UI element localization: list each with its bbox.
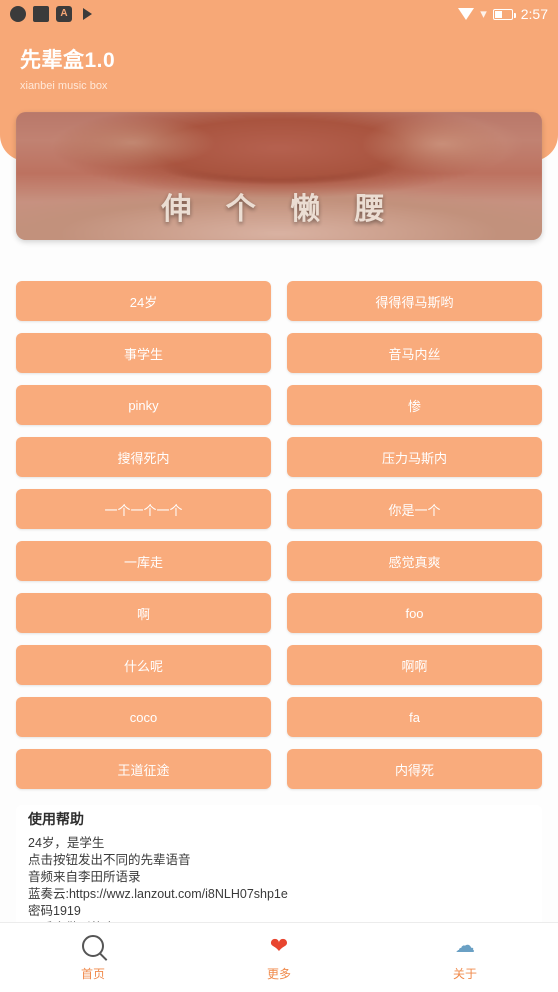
sound-button-15[interactable]: 什么呢 <box>16 645 271 685</box>
help-line-2: 点击按钮发出不同的先辈语音 <box>28 853 191 867</box>
meme-banner-caption: 伸 个 懒 腰 <box>161 192 397 227</box>
status-bar-right-icons: ▾ 2:57 <box>458 6 548 22</box>
a-badge-icon: A <box>56 6 72 22</box>
app-root: A ▾ 2:57 先辈盒1.0 xianbei music box 伸 个 懒 … <box>0 0 558 992</box>
sound-button-5[interactable]: pinky <box>16 385 271 425</box>
app-subtitle: xianbei music box <box>20 80 108 92</box>
about-icon: ☁ <box>455 935 475 957</box>
sound-button-4[interactable]: 音马内丝 <box>287 333 542 373</box>
sound-button-14[interactable]: foo <box>287 593 542 633</box>
help-line-4: 蓝奏云:https://wwz.lanzout.com/i8NLH07shp1e <box>28 887 288 901</box>
nav-label-more: 更多 <box>266 967 291 981</box>
signal-icon: ▾ <box>480 6 487 21</box>
play-icon <box>79 6 95 22</box>
sound-button-18[interactable]: fa <box>287 697 542 737</box>
sound-button-10[interactable]: 你是一个 <box>287 489 542 529</box>
sound-button-12[interactable]: 感觉真爽 <box>287 541 542 581</box>
sound-button-11[interactable]: 一库走 <box>16 541 271 581</box>
sound-button-6[interactable]: 惨 <box>287 385 542 425</box>
sound-button-8[interactable]: 压力马斯内 <box>287 437 542 477</box>
status-bar-clock: 2:57 <box>520 6 548 22</box>
heart-icon: ❤ <box>269 933 289 958</box>
sound-button-20[interactable]: 内得死 <box>287 749 542 789</box>
sound-button-16[interactable]: 啊啊 <box>287 645 542 685</box>
sound-button-1[interactable]: 24岁 <box>16 281 271 321</box>
status-bar: A ▾ 2:57 <box>0 0 558 28</box>
sound-button-19[interactable]: 王道征途 <box>16 749 271 789</box>
help-line-1: 24岁，是学生 <box>28 836 105 850</box>
sound-button-2[interactable]: 得得得马斯哟 <box>287 281 542 321</box>
help-title: 使用帮助 <box>28 811 84 827</box>
search-icon <box>82 933 104 959</box>
sound-button-17[interactable]: coco <box>16 697 271 737</box>
nav-item-about[interactable]: ☁ 关于 <box>372 933 558 982</box>
bottom-navigation: 首页 ❤ 更多 ☁ 关于 <box>0 922 558 992</box>
nav-item-more[interactable]: ❤ 更多 <box>186 933 372 982</box>
sound-button-3[interactable]: 事学生 <box>16 333 271 373</box>
battery-icon <box>492 8 516 20</box>
sound-button-13[interactable]: 啊 <box>16 593 271 633</box>
wifi-icon <box>458 8 475 20</box>
meme-banner: 伸 个 懒 腰 <box>16 112 542 240</box>
help-line-5: 密码1919 <box>28 904 81 918</box>
nav-label-about: 关于 <box>452 967 477 981</box>
help-line-3: 音频来自李田所语录 <box>28 870 141 884</box>
record-circle-icon <box>10 6 26 22</box>
nav-item-home[interactable]: 首页 <box>0 933 186 982</box>
sound-button-grid: 24岁 得得得马斯哟 事学生 音马内丝 pinky 惨 搜得死内 压力马斯内 一… <box>0 281 558 789</box>
sound-button-7[interactable]: 搜得死内 <box>16 437 271 477</box>
sound-button-9[interactable]: 一个一个一个 <box>16 489 271 529</box>
stop-square-icon <box>33 6 49 22</box>
app-title: 先辈盒1.0 <box>20 49 116 72</box>
nav-label-home: 首页 <box>80 967 105 981</box>
status-bar-left-icons: A <box>10 6 95 22</box>
